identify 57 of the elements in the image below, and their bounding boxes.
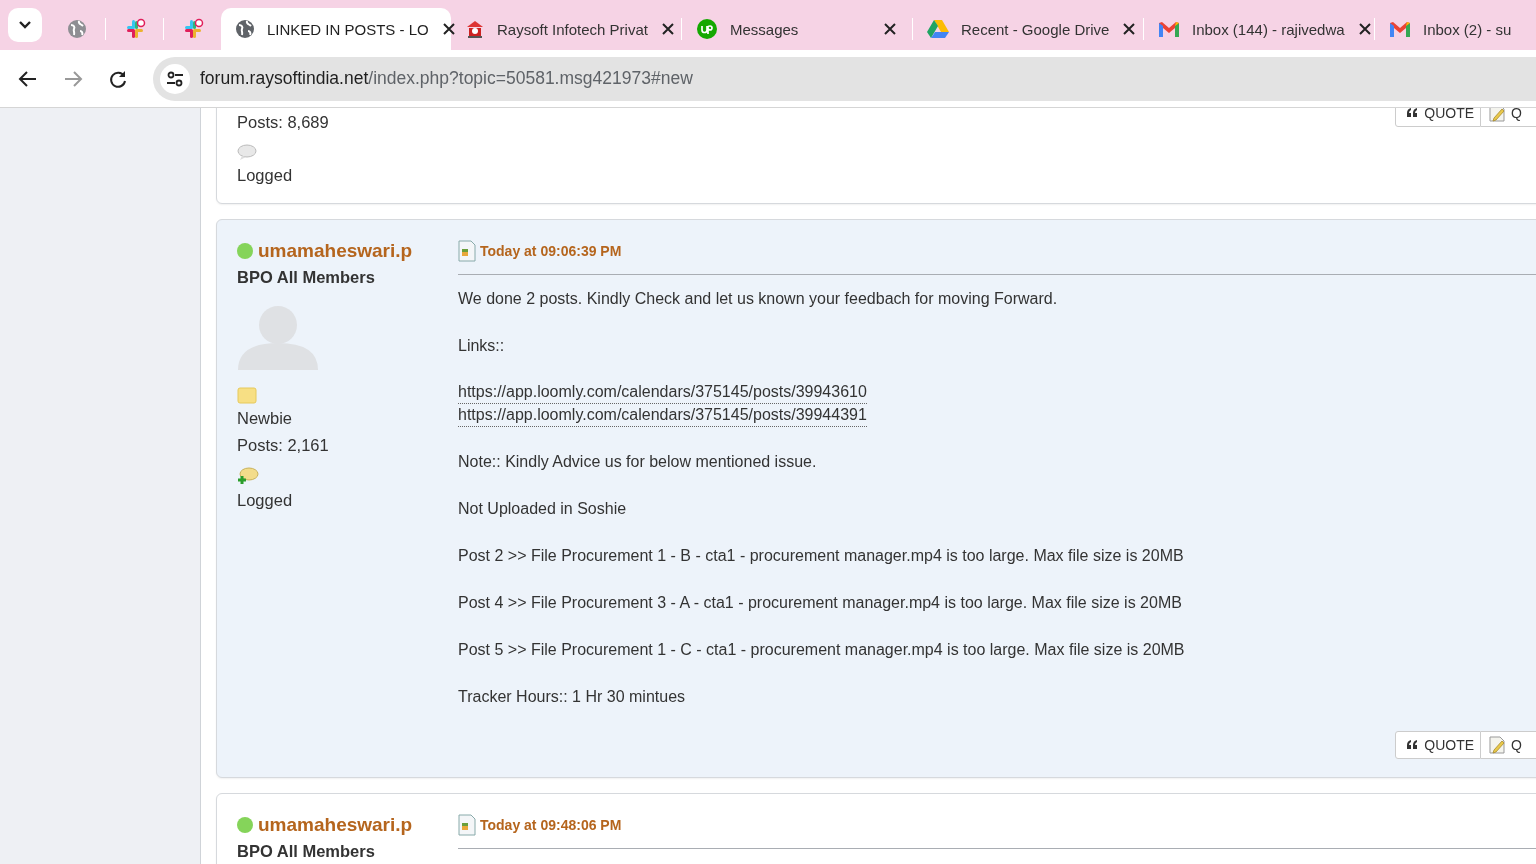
post-timestamp[interactable]: Today at 09:48:06 PM bbox=[480, 817, 622, 833]
post-text: Note:: Kindly Advice us for below mentioned issue. bbox=[458, 452, 818, 472]
browser-tab[interactable]: Inbox (144) - rajivedwa bbox=[1144, 8, 1374, 50]
gmail-logo-icon bbox=[1158, 20, 1180, 38]
close-icon[interactable] bbox=[1356, 21, 1373, 37]
note-edit-icon bbox=[1489, 736, 1506, 754]
upwork-logo-icon bbox=[696, 18, 718, 40]
post-text: Tracker Hours:: 1 Hr 30 mintues bbox=[458, 687, 687, 707]
member-group: BPO All Members bbox=[237, 268, 375, 287]
post-link[interactable]: https://app.loomly.com/calendars/375145/posts/39943610 bbox=[458, 381, 867, 404]
author-link[interactable]: umamaheswari.p bbox=[258, 814, 413, 836]
author-link[interactable]: umamaheswari.p bbox=[258, 240, 413, 262]
post-timestamp[interactable]: Today at 09:06:39 PM bbox=[480, 243, 622, 259]
add-contact-bubble-icon[interactable] bbox=[237, 467, 259, 485]
post-text: Not Uploaded in Soshie bbox=[458, 499, 628, 519]
gmail-logo-icon bbox=[1389, 20, 1411, 38]
close-icon[interactable] bbox=[659, 21, 676, 37]
back-icon bbox=[18, 68, 38, 89]
site-info-button[interactable] bbox=[160, 63, 190, 94]
close-icon[interactable] bbox=[440, 21, 457, 37]
document-icon bbox=[458, 240, 476, 262]
browser-tab[interactable]: Messages bbox=[682, 8, 912, 50]
tab-list-button[interactable] bbox=[8, 8, 42, 42]
browser-tab[interactable]: Raysoft Infotech Privat bbox=[451, 8, 681, 50]
edit-button[interactable]: Q bbox=[1481, 108, 1536, 127]
member-group: BPO All Members bbox=[237, 842, 375, 861]
quote-button[interactable]: QUOTE bbox=[1395, 731, 1482, 759]
document-icon bbox=[458, 814, 476, 836]
note-edit-icon bbox=[1489, 108, 1506, 122]
house-logo-icon bbox=[465, 19, 485, 39]
post-count: Posts: 2,161 bbox=[237, 436, 329, 455]
address-bar[interactable]: forum.raysoftindia.net/index.php?topic=50581.msg421973#new bbox=[153, 56, 1536, 101]
logged-label: Logged bbox=[237, 491, 293, 510]
post-text: Links:: bbox=[458, 336, 506, 356]
drive-logo-icon bbox=[927, 19, 949, 39]
chevron-down-icon bbox=[18, 20, 32, 30]
post-text: Post 2 >> File Procurement 1 - B - cta1 - procurement manager.mp4 is too large. Max file size is 20MB bbox=[458, 546, 1185, 566]
globe-icon bbox=[235, 19, 255, 39]
forward-icon bbox=[63, 68, 83, 89]
post-text: Post 4 >> File Procurement 3 - A - cta1 - procurement manager.mp4 is too large. Max file size is 20MB bbox=[458, 593, 1183, 613]
browser-tab[interactable]: Recent - Google Drive bbox=[913, 8, 1143, 50]
quote-icon bbox=[1406, 108, 1419, 118]
tune-icon bbox=[166, 70, 184, 87]
close-icon[interactable] bbox=[882, 21, 898, 37]
quote-icon bbox=[1406, 740, 1419, 750]
edit-button[interactable]: Q bbox=[1481, 731, 1536, 759]
post-count: Posts: 8,689 bbox=[237, 113, 329, 132]
post-text: We done 2 posts. Kindly Check and let us known your feedbach for moving Forward. bbox=[458, 289, 1059, 309]
browser-tab[interactable]: Inbox (2) - su bbox=[1375, 8, 1536, 50]
close-icon[interactable] bbox=[1121, 21, 1138, 37]
member-rank: Newbie bbox=[237, 409, 293, 428]
globe-icon bbox=[66, 19, 87, 39]
quote-button[interactable]: QUOTE bbox=[1395, 108, 1482, 127]
rank-badge-icon bbox=[237, 387, 257, 404]
post-link[interactable]: https://app.loomly.com/calendars/375145/posts/39944391 bbox=[458, 404, 867, 427]
logged-label: Logged bbox=[237, 166, 293, 185]
post-text: Post 5 >> File Procurement 1 - C - cta1 - procurement manager.mp4 is too large. Max file size is 20MB bbox=[458, 640, 1186, 660]
